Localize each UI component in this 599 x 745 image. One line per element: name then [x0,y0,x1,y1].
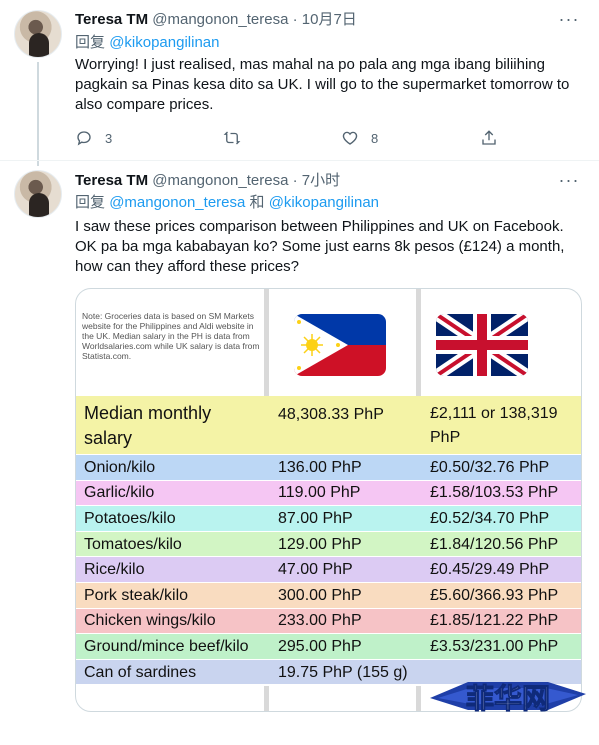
reply-mention[interactable]: @kikopangilinan [109,34,219,51]
reply-and: 和 [249,194,265,211]
price-row: Potatoes/kilo 87.00 PhP £0.52/34.70 PhP [76,506,581,532]
uk-price: £2,111 or 138,319 PhP [430,404,558,446]
author-handle[interactable]: @mangonon_teresa [152,172,288,189]
heart-icon [342,131,358,145]
uk-price: £3.53/231.00 PhP [430,637,559,655]
ph-price: 295.00 PhP [278,637,362,655]
source-note: Note: Groceries data is based on SM Mark… [82,311,260,361]
separator-dot: · [292,172,298,189]
price-row: Tomatoes/kilo 129.00 PhP £1.84/120.56 PhP [76,531,581,558]
item-label: Median monthly salary [84,402,212,448]
item-label: Tomatoes/kilo [84,535,182,553]
tweet-actions: 3 8 [75,128,505,148]
uk-price: £0.45/29.49 PhP [430,561,550,579]
price-row: Pork steak/kilo 300.00 PhP £5.60/366.93 Ph… [76,583,581,609]
attached-image[interactable]: Note: Groceries data is based on SM Mark… [75,288,582,712]
item-label: Chicken wings/kilo [84,612,216,630]
author-name[interactable]: Teresa TM [75,11,148,28]
share-icon [482,130,496,145]
ph-price: 129.00 PhP [278,535,362,553]
watermark-text: 菲华网 [466,682,550,715]
uk-price: £0.50/32.76 PhP [430,458,550,476]
like-count: 8 [371,130,379,146]
item-label: Potatoes/kilo [84,509,176,527]
ph-price: 300.00 PhP [278,586,362,604]
uk-price: £0.52/34.70 PhP [430,509,550,527]
separator-dot: · [292,11,298,28]
item-label: Onion/kilo [84,458,156,476]
ph-price: 47.00 PhP [278,561,353,579]
tweet-text: I saw these prices comparison between Ph… [75,218,565,275]
ph-price: 233.00 PhP [278,612,362,630]
author-name[interactable]: Teresa TM [75,172,148,189]
more-options-icon[interactable]: ··· [557,171,581,193]
ph-price: 48,308.33 PhP [278,406,384,423]
ph-price: 19.75 PhP (155 g) [278,663,408,681]
price-row: Chicken wings/kilo 233.00 PhP £1.85/121.22… [76,608,581,635]
reply-prefix: 回复 [75,34,106,51]
tweet-text: Worrying! I just realised, mas mahal na … [75,56,570,113]
ph-price: 119.00 PhP [278,484,361,502]
retweet-icon [223,131,241,145]
ph-price: 87.00 PhP [278,509,353,527]
median-salary-row: Median monthly salary 48,308.33 PhP £2,111… [76,396,581,455]
reply-count: 3 [105,130,113,146]
avatar[interactable] [14,10,62,58]
item-label: Ground/mince beef/kilo [84,637,249,655]
price-row: Onion/kilo 136.00 PhP £0.50/32.76 PhP [76,455,581,481]
uk-price: £5.60/366.93 PhP [430,586,559,604]
watermark-logo: 菲华网 [428,666,588,726]
replying-to: 回复 @mangonon_teresa 和 @kikopangilinan [75,193,379,213]
share-button[interactable] [480,128,498,148]
uk-flag-icon [436,314,528,376]
item-label: Garlic/kilo [84,484,155,502]
uk-price: £1.84/120.56 PhP [430,535,559,553]
reply-button[interactable]: 3 [75,128,112,148]
philippines-flag-icon [294,314,386,376]
timestamp[interactable]: 7小时 [302,172,340,189]
thread-connector [37,62,39,166]
tweet-header: Teresa TM @mangonon_teresa · 10月7日 [75,10,357,30]
item-label: Can of sardines [84,663,197,681]
ph-price: 136.00 PhP [278,458,362,476]
reply-icon [77,131,91,146]
price-row: Garlic/kilo 119.00 PhP £1.58/103.53 PhP [76,480,581,507]
price-row: Ground/mince beef/kilo 295.00 PhP £3.53/23… [76,634,581,660]
like-button[interactable]: 8 [341,128,378,148]
price-row: Rice/kilo 47.00 PhP £0.45/29.49 PhP [76,557,581,583]
more-options-icon[interactable]: ··· [557,10,581,32]
uk-price: £1.58/103.53 PhP [430,484,559,502]
reply-prefix: 回复 [75,194,106,211]
tweet-1[interactable]: Teresa TM @mangonon_teresa · 10月7日 ··· 回… [0,0,599,166]
avatar[interactable] [14,170,62,218]
reply-mention[interactable]: @mangonon_teresa [109,194,245,211]
item-label: Pork steak/kilo [84,586,189,604]
replying-to: 回复 @kikopangilinan [75,33,219,53]
uk-price: £1.85/121.22 PhP [430,612,559,630]
reply-mention[interactable]: @kikopangilinan [269,194,379,211]
tweet-header: Teresa TM @mangonon_teresa · 7小时 [75,171,340,191]
item-label: Rice/kilo [84,561,145,579]
retweet-button[interactable] [223,128,241,148]
author-handle[interactable]: @mangonon_teresa [152,11,288,28]
timestamp[interactable]: 10月7日 [302,11,357,28]
